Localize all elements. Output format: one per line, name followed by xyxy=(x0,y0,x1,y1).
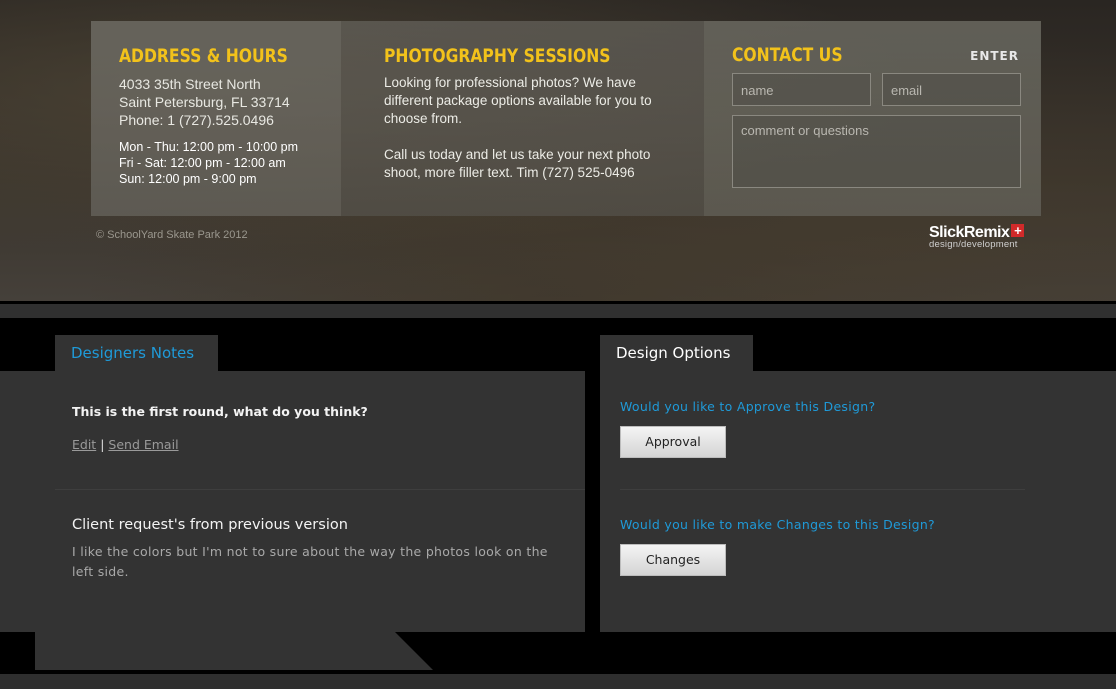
edit-link[interactable]: Edit xyxy=(72,437,96,452)
enter-button[interactable]: ENTER xyxy=(970,49,1019,63)
slickremix-logo[interactable]: SlickRemix + design/development xyxy=(929,224,1039,250)
address-hours-column: ADDRESS & HOURS 4033 35th Street North S… xyxy=(91,21,341,216)
contact-column: CONTACT US ENTER name email comment or q… xyxy=(704,21,1041,216)
hours-block: Mon - Thu: 12:00 pm - 10:00 pm Fri - Sat… xyxy=(119,139,298,187)
address-block: 4033 35th Street North Saint Petersburg,… xyxy=(119,75,290,129)
name-field[interactable]: name xyxy=(732,73,871,106)
hours-line: Sun: 12:00 pm - 9:00 pm xyxy=(119,172,257,186)
approve-question: Would you like to Approve this Design? xyxy=(620,399,876,414)
photography-heading: PHOTOGRAPHY SESSIONS xyxy=(384,45,611,67)
footer-info-panel: ADDRESS & HOURS 4033 35th Street North S… xyxy=(91,21,1041,216)
email-field[interactable]: email xyxy=(882,73,1021,106)
phone-number: Phone: 1 (727).525.0496 xyxy=(119,112,274,128)
copyright-text: © SchoolYard Skate Park 2012 xyxy=(96,229,248,241)
divider xyxy=(620,489,1025,490)
bottom-panel-tab xyxy=(35,632,433,670)
photography-column: PHOTOGRAPHY SESSIONS Looking for profess… xyxy=(341,21,704,216)
tab-designers-notes[interactable]: Designers Notes xyxy=(55,335,218,371)
client-request-title: Client request's from previous version xyxy=(72,517,348,533)
city-address: Saint Petersburg, FL 33714 xyxy=(119,94,290,110)
bottom-strip xyxy=(0,674,1116,689)
send-email-link[interactable]: Send Email xyxy=(108,437,178,452)
brand-tagline: design/development xyxy=(929,239,1018,250)
photography-paragraph: Call us today and let us take your next … xyxy=(384,147,651,180)
section-divider xyxy=(0,304,1116,318)
hours-line: Fri - Sat: 12:00 pm - 12:00 am xyxy=(119,156,286,170)
plus-icon: + xyxy=(1011,224,1025,237)
comment-field[interactable]: comment or questions xyxy=(732,115,1021,188)
client-request-text: I like the colors but I'm not to sure ab… xyxy=(72,544,548,579)
action-separator: | xyxy=(100,437,105,452)
divider xyxy=(55,489,585,490)
address-hours-heading: ADDRESS & HOURS xyxy=(119,45,288,67)
tab-design-options[interactable]: Design Options xyxy=(600,335,753,371)
photography-text: Looking for professional photos? We have… xyxy=(384,74,684,182)
design-options-panel: Would you like to Approve this Design? A… xyxy=(600,371,1116,632)
street-address: 4033 35th Street North xyxy=(119,76,261,92)
hours-line: Mon - Thu: 12:00 pm - 10:00 pm xyxy=(119,140,299,154)
note-text: This is the first round, what do you thi… xyxy=(72,404,368,419)
bottom-panel-corner xyxy=(395,632,433,670)
approval-button[interactable]: Approval xyxy=(620,426,726,458)
photography-paragraph: Looking for professional photos? We have… xyxy=(384,75,652,126)
contact-heading: CONTACT US xyxy=(732,44,843,66)
designers-notes-panel: This is the first round, what do you thi… xyxy=(0,371,585,632)
changes-button[interactable]: Changes xyxy=(620,544,726,576)
changes-question: Would you like to make Changes to this D… xyxy=(620,517,935,532)
site-footer-preview: ADDRESS & HOURS 4033 35th Street North S… xyxy=(0,0,1116,301)
note-actions: Edit | Send Email xyxy=(72,437,179,452)
